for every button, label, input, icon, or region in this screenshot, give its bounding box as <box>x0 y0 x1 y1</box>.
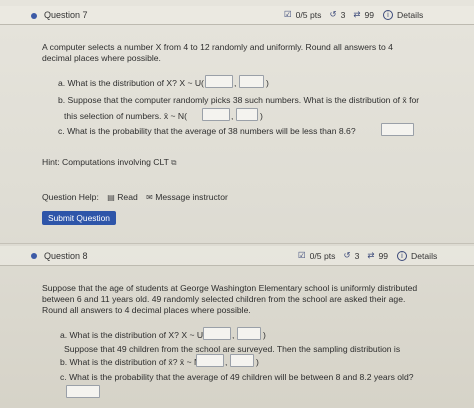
details-link[interactable]: Details <box>397 10 423 20</box>
comma: , <box>232 330 235 340</box>
q7-part-c: c. What is the probability that the aver… <box>58 126 356 136</box>
q8-b-input-2[interactable] <box>230 354 254 367</box>
close-paren: ) <box>266 78 269 88</box>
book-icon: ▤ <box>107 193 115 202</box>
q7-part-b-line-1: b. Suppose that the computer randomly pi… <box>58 95 420 105</box>
comma: , <box>225 357 228 367</box>
close-paren: ) <box>260 111 263 121</box>
retries-count: 3 <box>340 10 346 20</box>
q7-a-input-1[interactable] <box>205 75 233 88</box>
retry-icon[interactable]: ↺ <box>329 10 336 20</box>
checkbox-icon: ☑ <box>298 251 306 261</box>
q7-prompt-line-1: A computer selects a number X from 4 to … <box>42 42 393 52</box>
question-dot-icon <box>31 13 37 19</box>
question-7-header: Question 7 ☑ 0/5 pts ↺ 3 ⇄ 99 i Details <box>0 6 474 25</box>
info-icon[interactable]: i <box>397 251 408 261</box>
external-link-icon: ⧉ <box>171 158 177 167</box>
q8-prompt-line-3: Round all answers to 4 decimal places wh… <box>42 305 251 315</box>
mail-icon: ✉ <box>146 193 153 202</box>
question-dot-icon <box>31 253 37 259</box>
comma: , <box>231 111 234 121</box>
q8-middle-text: Suppose that 49 children from the school… <box>64 344 401 354</box>
question-help-row: Question Help: ▤ Read ✉ Message instruct… <box>42 192 228 202</box>
close-paren: ) <box>256 357 259 367</box>
q7-part-b-line-2: this selection of numbers. x̄ ~ N( <box>64 111 187 121</box>
section-divider <box>0 243 474 244</box>
attempts-count: 99 <box>364 10 375 20</box>
attempts-count: 99 <box>378 251 389 261</box>
q8-part-c: c. What is the probability that the aver… <box>60 372 414 382</box>
q7-part-a: a. What is the distribution of X? X ~ U( <box>58 78 204 88</box>
read-link[interactable]: Read <box>117 192 138 202</box>
q8-part-b: b. What is the distribution of x̄? x̄ ~ … <box>60 357 204 367</box>
q8-prompt-line-1: Suppose that the age of students at Geor… <box>42 283 418 293</box>
question-8-header: Question 8 ☑ 0/5 pts ↺ 3 ⇄ 99 i Details <box>0 246 474 266</box>
attempts-icon: ⇄ <box>367 251 375 261</box>
points: 0/5 pts <box>295 10 322 20</box>
q8-a-input-1[interactable] <box>203 327 231 340</box>
q8-c-input[interactable] <box>66 385 100 398</box>
question-7-meta: ☑ 0/5 pts ↺ 3 ⇄ 99 i Details <box>284 10 423 20</box>
info-icon[interactable]: i <box>383 10 394 20</box>
question-7-title: Question 7 <box>44 10 88 20</box>
close-paren: ) <box>263 330 266 340</box>
retry-icon[interactable]: ↺ <box>343 251 350 261</box>
message-instructor-link[interactable]: Message instructor <box>155 192 228 202</box>
q7-b-input-1[interactable] <box>202 108 230 121</box>
q8-a-input-2[interactable] <box>237 327 261 340</box>
details-link[interactable]: Details <box>411 251 437 261</box>
checkbox-icon: ☑ <box>284 10 292 20</box>
hint-line[interactable]: Hint: Computations involving CLT ⧉ <box>42 157 177 168</box>
q7-c-input[interactable] <box>381 123 414 136</box>
question-8-title: Question 8 <box>44 251 88 261</box>
question-help-label: Question Help: <box>42 192 99 202</box>
q8-b-input-1[interactable] <box>196 354 224 367</box>
q7-prompt-line-2: decimal places where possible. <box>42 53 161 63</box>
q8-prompt-line-2: between 6 and 11 years old. 49 randomly … <box>42 294 406 304</box>
q7-b-input-2[interactable] <box>236 108 258 121</box>
hint-text[interactable]: Hint: Computations involving CLT <box>42 157 169 167</box>
attempts-icon: ⇄ <box>353 10 361 20</box>
points: 0/5 pts <box>309 251 336 261</box>
question-8-meta: ☑ 0/5 pts ↺ 3 ⇄ 99 i Details <box>298 251 437 261</box>
q7-a-input-2[interactable] <box>239 75 264 88</box>
submit-question-button[interactable]: Submit Question <box>42 211 116 225</box>
q8-part-a: a. What is the distribution of X? X ~ U( <box>60 330 206 340</box>
comma: , <box>234 78 237 88</box>
retries-count: 3 <box>354 251 360 261</box>
